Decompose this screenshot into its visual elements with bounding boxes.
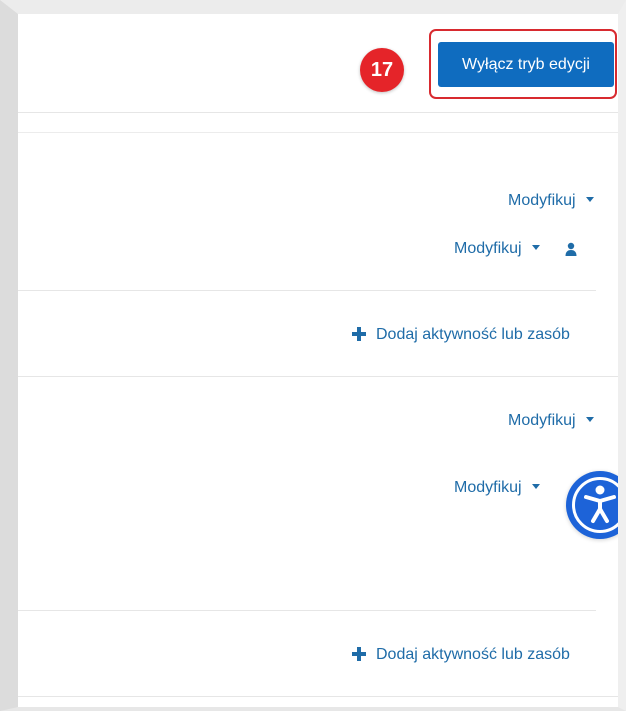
modify-menu-section-1-user[interactable]: Modyfikuj — [454, 240, 540, 258]
accessibility-button[interactable] — [566, 471, 618, 539]
plus-icon — [352, 327, 366, 341]
add-label: Dodaj aktywność lub zasób — [376, 326, 570, 343]
modify-menu-section-2-user[interactable]: Modyfikuj — [454, 479, 540, 497]
modify-label: Modyfikuj — [508, 412, 576, 429]
add-activity-resource-link-2[interactable]: Dodaj aktywność lub zasób — [352, 645, 570, 664]
toolbar-divider — [18, 112, 618, 113]
section-divider — [18, 290, 596, 291]
modify-label: Modyfikuj — [454, 240, 522, 257]
add-activity-resource-link-1[interactable]: Dodaj aktywność lub zasób — [352, 325, 570, 344]
modify-label: Modyfikuj — [454, 479, 522, 496]
caret-down-icon — [531, 484, 540, 490]
modify-menu-section-1[interactable]: Modyfikuj — [508, 192, 594, 210]
plus-icon — [352, 647, 366, 661]
bottom-divider — [18, 696, 618, 697]
modify-label: Modyfikuj — [508, 192, 576, 209]
section-divider — [18, 376, 618, 377]
accessibility-icon — [584, 485, 616, 523]
caret-down-icon — [531, 245, 540, 251]
caret-down-icon — [585, 417, 594, 423]
caret-down-icon — [585, 197, 594, 203]
modify-menu-section-2[interactable]: Modyfikuj — [508, 412, 594, 430]
step-badge: 17 — [360, 48, 404, 92]
course-editing-panel: 17 Wyłącz tryb edycji Modyfikuj Modyfiku… — [18, 14, 618, 707]
turn-off-editing-button[interactable]: Wyłącz tryb edycji — [438, 42, 614, 87]
add-label: Dodaj aktywność lub zasób — [376, 646, 570, 663]
section-top-divider — [18, 132, 618, 133]
user-icon — [565, 242, 577, 256]
section-divider — [18, 610, 596, 611]
